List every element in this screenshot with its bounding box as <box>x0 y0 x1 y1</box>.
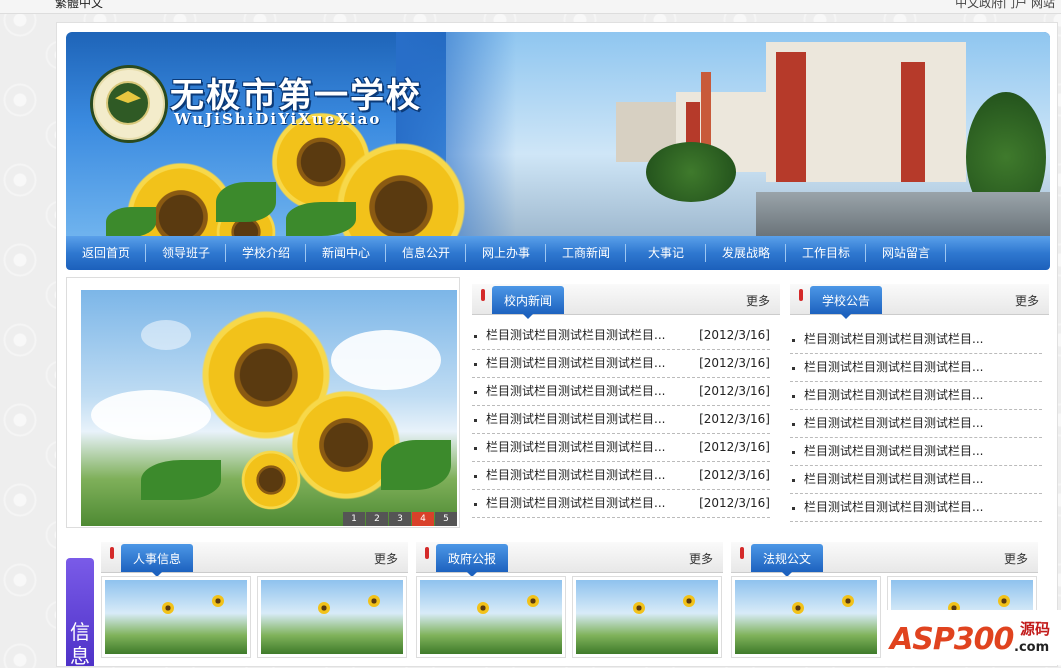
news-item-date: [2012/3/16] <box>699 384 770 398</box>
news-item-title[interactable]: 栏目测试栏目测试栏目测试栏目... <box>486 384 665 398</box>
notice-item[interactable]: 栏目测试栏目测试栏目测试栏目... <box>790 354 1042 382</box>
regulations-more-link[interactable]: 更多 <box>1004 550 1028 567</box>
news-item-title[interactable]: 栏目测试栏目测试栏目测试栏目... <box>486 440 665 454</box>
asp300-watermark-logo: ASP300 源码 .com <box>882 610 1061 665</box>
news-item[interactable]: 栏目测试栏目测试栏目测试栏目... [2012/3/16] <box>472 378 770 406</box>
news-item-date: [2012/3/16] <box>699 496 770 510</box>
thumbnail-image[interactable] <box>257 576 407 658</box>
red-marker-icon <box>110 547 114 559</box>
school-notice-title[interactable]: 学校公告 <box>810 286 883 319</box>
slider-page-4[interactable]: 4 <box>412 512 434 526</box>
slider-page-2[interactable]: 2 <box>366 512 388 526</box>
image-slider: 1 2 3 4 5 <box>66 277 460 528</box>
notice-item[interactable]: 栏目测试栏目测试栏目测试栏目... <box>790 438 1042 466</box>
news-item-date: [2012/3/16] <box>699 468 770 482</box>
news-item-title[interactable]: 栏目测试栏目测试栏目测试栏目... <box>486 328 665 342</box>
school-news-more-link[interactable]: 更多 <box>746 292 770 309</box>
nav-item-online-service[interactable]: 网上办事 <box>466 236 546 270</box>
slider-pager: 1 2 3 4 5 <box>343 512 457 526</box>
news-item[interactable]: 栏目测试栏目测试栏目测试栏目... [2012/3/16] <box>472 434 770 462</box>
thumbnail-image[interactable] <box>731 576 881 658</box>
notice-item[interactable]: 栏目测试栏目测试栏目测试栏目... <box>790 326 1042 354</box>
news-item-title[interactable]: 栏目测试栏目测试栏目测试栏目... <box>486 468 665 482</box>
school-name-pinyin: WuJiShiDiYiXueXiao <box>174 110 382 128</box>
nav-item-about[interactable]: 学校介绍 <box>226 236 306 270</box>
top-bar: 繁體中文 中文政府门户 网站 <box>0 0 1061 14</box>
gov-bulletin-header: 政府公报 更多 <box>416 542 723 577</box>
info-side-tag: 信 息 <box>66 558 94 668</box>
gov-bulletin-more-link[interactable]: 更多 <box>689 550 713 567</box>
header-banner: 无极市第一学校 WuJiShiDiYiXueXiao <box>66 32 1050 236</box>
personnel-info-header: 人事信息 更多 <box>101 542 408 577</box>
nav-item-home[interactable]: 返回首页 <box>66 236 146 270</box>
news-item-date: [2012/3/16] <box>699 328 770 342</box>
news-item[interactable]: 栏目测试栏目测试栏目测试栏目... [2012/3/16] <box>472 462 770 490</box>
slider-image[interactable]: 1 2 3 4 5 <box>81 290 457 526</box>
news-item-title[interactable]: 栏目测试栏目测试栏目测试栏目... <box>486 496 665 510</box>
news-item-title[interactable]: 栏目测试栏目测试栏目测试栏目... <box>486 356 665 370</box>
news-item-date: [2012/3/16] <box>699 440 770 454</box>
notice-item[interactable]: 栏目测试栏目测试栏目测试栏目... <box>790 410 1042 438</box>
school-news-title[interactable]: 校内新闻 <box>492 286 565 319</box>
school-seal-logo <box>90 65 168 143</box>
top-right-links[interactable]: 中文政府门户 网站 <box>955 0 1055 11</box>
nav-item-goals[interactable]: 工作目标 <box>786 236 866 270</box>
notice-item[interactable]: 栏目测试栏目测试栏目测试栏目... <box>790 382 1042 410</box>
thumbnail-image[interactable] <box>101 576 251 658</box>
news-item[interactable]: 栏目测试栏目测试栏目测试栏目... [2012/3/16] <box>472 490 770 518</box>
nav-item-business-news[interactable]: 工商新闻 <box>546 236 626 270</box>
school-news-header: 校内新闻 更多 <box>472 284 780 319</box>
notice-item[interactable]: 栏目测试栏目测试栏目测试栏目... <box>790 466 1042 494</box>
nav-item-strategy[interactable]: 发展战略 <box>706 236 786 270</box>
thumbnail-image[interactable] <box>416 576 566 658</box>
regulations-title[interactable]: 法规公文 <box>751 544 824 577</box>
slider-page-5[interactable]: 5 <box>435 512 457 526</box>
news-item-date: [2012/3/16] <box>699 356 770 370</box>
personnel-info-title[interactable]: 人事信息 <box>121 544 194 577</box>
news-item-title[interactable]: 栏目测试栏目测试栏目测试栏目... <box>486 412 665 426</box>
traditional-chinese-link[interactable]: 繁體中文 <box>55 0 103 11</box>
news-item[interactable]: 栏目测试栏目测试栏目测试栏目... [2012/3/16] <box>472 322 770 350</box>
red-marker-icon <box>740 547 744 559</box>
news-item-date: [2012/3/16] <box>699 412 770 426</box>
gov-bulletin-title[interactable]: 政府公报 <box>436 544 509 577</box>
slider-page-3[interactable]: 3 <box>389 512 411 526</box>
red-marker-icon <box>425 547 429 559</box>
nav-item-leadership[interactable]: 领导班子 <box>146 236 226 270</box>
slider-page-1[interactable]: 1 <box>343 512 365 526</box>
regulations-header: 法规公文 更多 <box>731 542 1038 577</box>
red-marker-icon <box>481 289 485 301</box>
school-notice-header: 学校公告 更多 <box>790 284 1049 319</box>
school-notice-more-link[interactable]: 更多 <box>1015 292 1039 309</box>
nav-item-info-public[interactable]: 信息公开 <box>386 236 466 270</box>
nav-item-events[interactable]: 大事记 <box>626 236 706 270</box>
news-item[interactable]: 栏目测试栏目测试栏目测试栏目... [2012/3/16] <box>472 406 770 434</box>
red-marker-icon <box>799 289 803 301</box>
nav-item-guestbook[interactable]: 网站留言 <box>866 236 946 270</box>
notice-item[interactable]: 栏目测试栏目测试栏目测试栏目... <box>790 494 1042 522</box>
thumbnail-image[interactable] <box>572 576 722 658</box>
nav-item-news[interactable]: 新闻中心 <box>306 236 386 270</box>
page-container: 无极市第一学校 WuJiShiDiYiXueXiao 返回首页 领导班子 学校介… <box>56 22 1058 668</box>
school-news-list: 栏目测试栏目测试栏目测试栏目... [2012/3/16] 栏目测试栏目测试栏目测试… <box>472 322 770 518</box>
main-nav: 返回首页 领导班子 学校介绍 新闻中心 信息公开 网上办事 工商新闻 大事记 发… <box>66 236 1050 270</box>
personnel-info-more-link[interactable]: 更多 <box>374 550 398 567</box>
news-item[interactable]: 栏目测试栏目测试栏目测试栏目... [2012/3/16] <box>472 350 770 378</box>
school-notice-list: 栏目测试栏目测试栏目测试栏目... 栏目测试栏目测试栏目测试栏目... 栏目测试栏目… <box>790 326 1042 522</box>
